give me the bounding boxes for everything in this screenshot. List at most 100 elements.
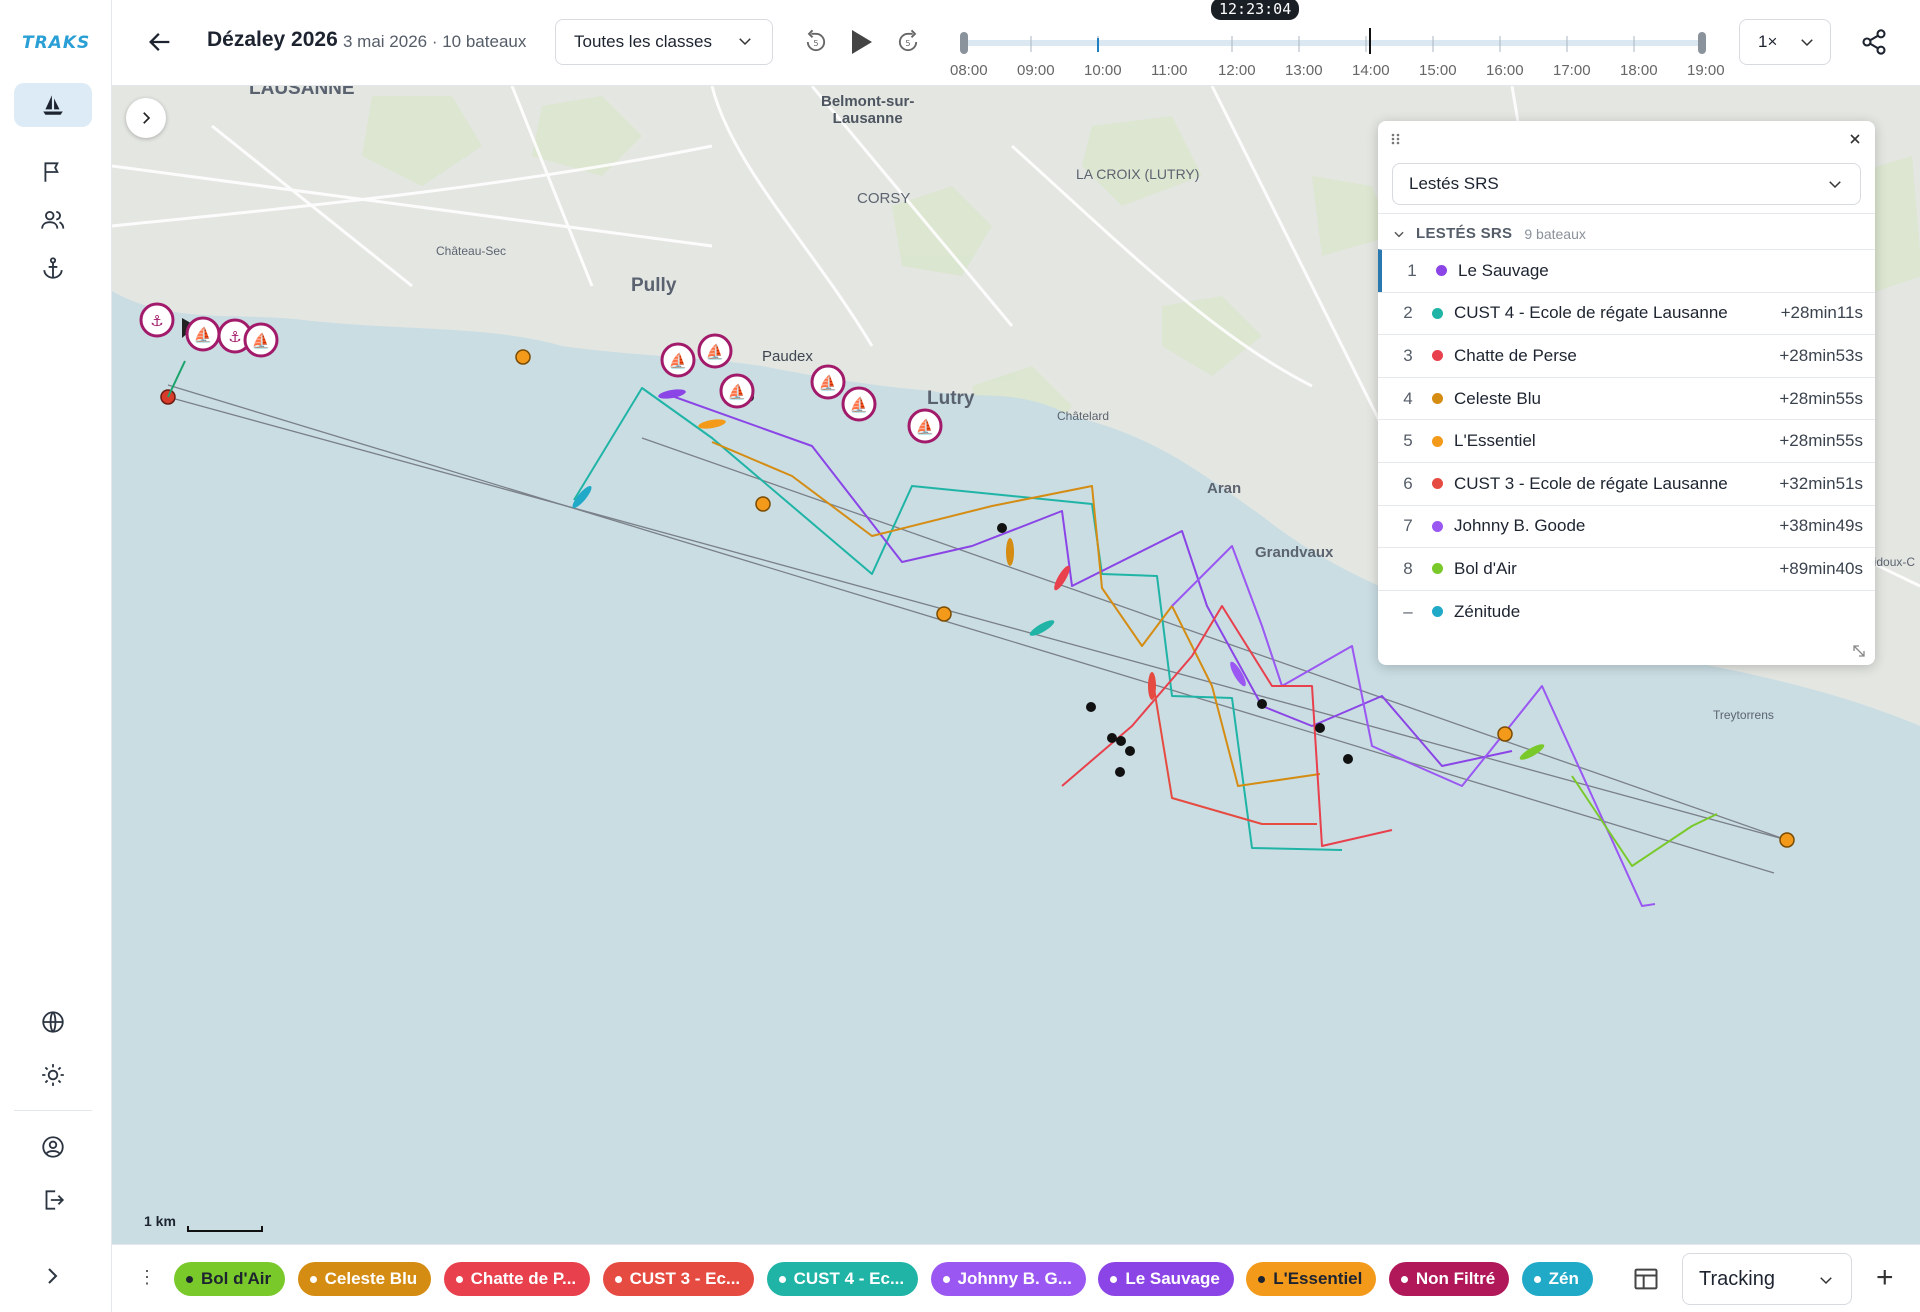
chip-label: Johnny B. G... xyxy=(957,1269,1072,1288)
sidebar-item-users[interactable] xyxy=(14,198,92,242)
boat-color-dot xyxy=(1432,393,1443,405)
more-options-icon[interactable]: ⋮ xyxy=(138,1267,156,1288)
ranking-class-select[interactable]: Lestés SRS xyxy=(1392,163,1861,205)
ranking-group-header[interactable]: LESTÉS SRS 9 bateaux xyxy=(1378,213,1875,253)
forward-button[interactable]: 5 xyxy=(890,24,926,60)
back-arrow-icon[interactable] xyxy=(146,28,174,56)
logout-icon xyxy=(45,1190,65,1210)
users-icon xyxy=(41,210,65,229)
play-icon xyxy=(852,30,872,54)
ranking-row[interactable]: 1 Le Sauvage xyxy=(1378,249,1875,292)
map-expand-button[interactable] xyxy=(126,98,166,138)
speed-select[interactable]: 1× xyxy=(1739,19,1831,65)
sun-icon xyxy=(42,1064,64,1086)
drag-handle-icon[interactable] xyxy=(1390,132,1402,146)
ranking-row[interactable]: 6 CUST 3 - Ecole de régate Lausanne +32m… xyxy=(1378,461,1875,505)
share-icon[interactable] xyxy=(1860,28,1888,56)
chip-label: Le Sauvage xyxy=(1125,1269,1220,1288)
map-label-lutry: Lutry xyxy=(927,388,975,409)
row-delta: +32min51s xyxy=(1779,473,1863,493)
sailboat-icon xyxy=(43,95,63,115)
app-logo: TRAKS xyxy=(22,33,91,53)
timeline-start-handle[interactable] xyxy=(960,32,968,54)
row-rank: 3 xyxy=(1403,345,1413,365)
chevron-right-icon[interactable] xyxy=(40,1264,64,1288)
map-scale-bar xyxy=(187,1226,263,1232)
timeline-cursor[interactable] xyxy=(1369,28,1371,54)
map-label-treytorrens: Treytorrens xyxy=(1713,708,1774,722)
row-rank: 4 xyxy=(1403,388,1413,408)
bottom-bar: ⋮ Bol d'Air Celeste Blu Chatte de P... C… xyxy=(112,1244,1920,1312)
boat-chip[interactable]: Le Sauvage xyxy=(1098,1262,1234,1296)
ranking-row[interactable]: 3 Chatte de Perse +28min53s xyxy=(1378,334,1875,377)
row-rank: 6 xyxy=(1403,473,1413,493)
map-label-lausanne: LAUSANNE xyxy=(249,86,355,99)
boat-color-dot xyxy=(1432,478,1443,490)
boat-color-dot xyxy=(1432,307,1443,319)
timeline-ticks xyxy=(1030,36,1635,52)
tick-label: 19:00 xyxy=(1687,62,1725,79)
tick-label: 14:00 xyxy=(1352,62,1390,79)
map-label-chatelard: Châtelard xyxy=(1057,409,1110,423)
sidebar-item-account[interactable] xyxy=(14,1125,92,1169)
chip-label: CUST 4 - Ec... xyxy=(793,1269,905,1288)
chevron-down-icon xyxy=(739,38,751,46)
close-icon[interactable] xyxy=(1849,133,1861,145)
ranking-row[interactable]: 8 Bol d'Air +89min40s xyxy=(1378,547,1875,590)
svg-text:⛵: ⛵ xyxy=(728,383,747,401)
row-rank: – xyxy=(1403,601,1413,621)
rewind-button[interactable]: 5 xyxy=(798,24,834,60)
tick-label: 09:00 xyxy=(1017,62,1055,79)
ranking-row[interactable]: – Zénitude xyxy=(1378,589,1875,633)
timeline-slider[interactable]: 08:00 09:00 10:00 11:00 12:00 13:00 14:0… xyxy=(950,28,1725,80)
boat-chip[interactable]: Chatte de P... xyxy=(443,1262,591,1296)
timeline-end-handle[interactable] xyxy=(1698,32,1706,54)
row-rank: 8 xyxy=(1403,558,1413,578)
boat-chip[interactable]: Non Filtré xyxy=(1388,1262,1510,1296)
row-boat-name: L'Essentiel xyxy=(1454,431,1536,451)
row-delta: +28min53s xyxy=(1779,345,1863,365)
tick-label: 15:00 xyxy=(1419,62,1457,79)
sidebar-divider xyxy=(14,1110,92,1111)
map-label-pully: Pully xyxy=(631,275,677,296)
chevron-down-icon xyxy=(1820,1277,1832,1285)
svg-text:⛵: ⛵ xyxy=(850,396,869,414)
chip-label: Celeste Blu xyxy=(324,1269,418,1288)
boat-chip[interactable]: CUST 3 - Ec... xyxy=(602,1262,755,1296)
class-filter-select[interactable]: Toutes les classes xyxy=(555,19,773,65)
ranking-row[interactable]: 7 Johnny B. Goode +38min49s xyxy=(1378,504,1875,548)
view-mode-select[interactable]: Tracking xyxy=(1682,1253,1852,1305)
boat-chip[interactable]: Zén xyxy=(1521,1262,1593,1296)
boat-chip[interactable]: Johnny B. G... xyxy=(930,1262,1086,1296)
map-label-paudex: Paudex xyxy=(762,348,813,365)
row-rank: 5 xyxy=(1403,431,1413,451)
sidebar-item-anchor[interactable] xyxy=(14,246,92,290)
boat-chip[interactable]: Celeste Blu xyxy=(297,1262,432,1296)
boat-chip[interactable]: L'Essentiel xyxy=(1246,1262,1377,1296)
ranking-row[interactable]: 2 CUST 4 - Ecole de régate Lausanne +28m… xyxy=(1378,291,1875,335)
user-circle-icon xyxy=(42,1136,64,1158)
flag-icon xyxy=(44,162,59,182)
view-mode-value: Tracking xyxy=(1699,1267,1775,1290)
play-button[interactable] xyxy=(842,24,878,60)
sidebar-item-theme[interactable] xyxy=(14,1053,92,1097)
row-boat-name: Zénitude xyxy=(1454,601,1521,621)
resize-icon[interactable] xyxy=(1851,643,1867,659)
sidebar-item-logout[interactable] xyxy=(14,1178,92,1222)
ranking-panel: Lestés SRS LESTÉS SRS 9 bateaux 1 Le Sau… xyxy=(1378,121,1875,665)
boat-chip[interactable]: CUST 4 - Ec... xyxy=(766,1262,919,1296)
boat-chip[interactable]: Bol d'Air xyxy=(174,1262,286,1296)
chevron-right-icon xyxy=(143,112,151,124)
row-delta: +28min11s xyxy=(1780,303,1863,323)
sidebar-item-boats[interactable] xyxy=(14,83,92,127)
sidebar-item-flag[interactable] xyxy=(14,150,92,194)
ranking-row[interactable]: 4 Celeste Blu +28min55s xyxy=(1378,376,1875,420)
sidebar-item-globe[interactable] xyxy=(14,1000,92,1044)
tick-label: 17:00 xyxy=(1553,62,1591,79)
ranking-row[interactable]: 5 L'Essentiel +28min55s xyxy=(1378,419,1875,462)
map-scale-label: 1 km xyxy=(144,1213,176,1229)
add-icon[interactable]: + xyxy=(1876,1261,1894,1295)
layout-icon[interactable] xyxy=(1632,1265,1660,1293)
boat-color-dot xyxy=(1432,435,1443,447)
speed-value: 1× xyxy=(1758,32,1778,51)
